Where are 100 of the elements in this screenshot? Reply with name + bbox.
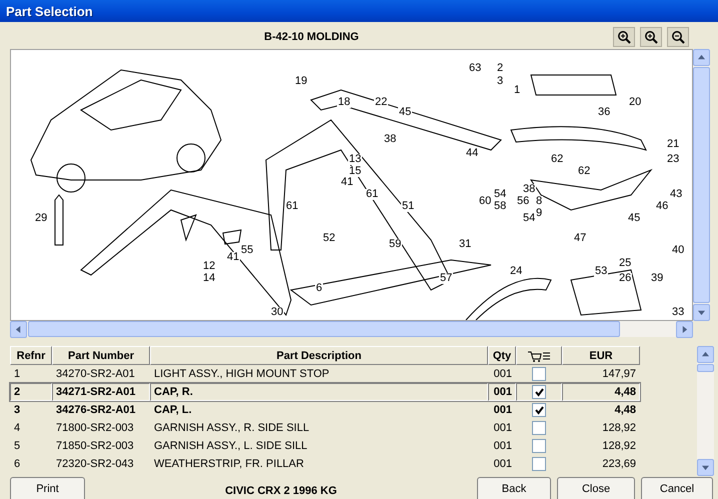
table-cell-text: 001 xyxy=(492,457,513,472)
callout-number: 58 xyxy=(493,201,508,212)
zoom-in-button[interactable] xyxy=(613,26,635,47)
checkbox[interactable] xyxy=(532,421,546,436)
zoom-in-icon xyxy=(617,30,631,44)
table-cell: 34271-SR2-A01 xyxy=(52,383,150,402)
table-scrollbar[interactable] xyxy=(697,346,714,476)
column-header[interactable]: Refnr xyxy=(10,346,52,366)
scroll-up-button[interactable] xyxy=(697,346,714,364)
close-button[interactable]: Close xyxy=(557,477,635,499)
zoom-in-icon xyxy=(644,30,658,44)
cancel-button[interactable]: Cancel xyxy=(641,477,713,499)
cart-list-icon xyxy=(527,350,551,362)
callout-number: 38 xyxy=(522,184,536,196)
scroll-down-button[interactable] xyxy=(697,459,714,476)
callout-number: 38 xyxy=(383,134,398,146)
table-row[interactable]: 3 34276-SR2-A01 CAP, L. 001 4,48 xyxy=(10,401,640,420)
column-header[interactable]: Qty xyxy=(488,346,516,366)
callout-number: 46 xyxy=(655,201,670,212)
right-arrow-icon xyxy=(681,326,688,334)
column-header[interactable]: Part Description xyxy=(150,346,488,366)
callout-number: 26 xyxy=(618,273,632,284)
table-cell-text: 34270-SR2-A01 xyxy=(55,367,136,382)
callout-number: 30 xyxy=(270,307,284,318)
column-header[interactable]: Part Number xyxy=(52,346,150,366)
callout-number: 9 xyxy=(535,208,544,220)
callout-number: 22 xyxy=(374,97,388,108)
column-header[interactable] xyxy=(516,346,562,366)
callout-number: 60 xyxy=(478,196,492,208)
callout-number: 57 xyxy=(439,273,454,284)
callout-number: 19 xyxy=(294,76,308,88)
callout-number: 25 xyxy=(618,258,632,270)
callout-number: 15 xyxy=(348,166,362,178)
table-row[interactable]: 4 71800-SR2-003 GARNISH ASSY., R. SIDE SILL 001 128,92 xyxy=(10,419,640,438)
column-header[interactable]: EUR xyxy=(562,346,640,366)
table-cell-text: 001 xyxy=(492,367,513,382)
table-cell-text: 223,69 xyxy=(601,457,637,472)
table-row[interactable]: 6 72320-SR2-043 WEATHERSTRIP, FR. PILLAR 001 223,69 xyxy=(10,455,640,474)
table-cell-text: 71850-SR2-003 xyxy=(55,439,135,454)
callout-number: 55 xyxy=(240,245,254,256)
table-cell-text: CAP, L. xyxy=(153,403,193,418)
down-arrow-icon xyxy=(702,464,709,472)
checkbox[interactable] xyxy=(532,385,546,400)
scroll-right-button[interactable] xyxy=(676,321,693,338)
callout-number: 41 xyxy=(226,252,240,264)
zoom-button[interactable] xyxy=(640,26,662,47)
zoom-out-button[interactable] xyxy=(667,26,689,47)
table-cell-text: 4 xyxy=(13,421,22,436)
checkbox[interactable] xyxy=(532,367,546,382)
callout-number: 56 xyxy=(516,196,530,208)
callout-number: 3 xyxy=(496,76,504,88)
table-cell-text: GARNISH ASSY., R. SIDE SILL xyxy=(153,421,310,436)
zoom-out-icon xyxy=(671,30,685,44)
table-cell-text: 1 xyxy=(13,367,22,382)
scroll-left-button[interactable] xyxy=(10,321,27,338)
callout-number: 51 xyxy=(401,201,416,212)
table-cell: 001 xyxy=(488,383,516,402)
callout-number: 43 xyxy=(669,189,684,200)
callout-number: 20 xyxy=(628,97,642,108)
table-cell: 4,48 xyxy=(562,383,640,402)
callout-number: 8 xyxy=(535,196,544,208)
checkbox[interactable] xyxy=(532,439,546,454)
table-row[interactable]: 5 71850-SR2-003 GARNISH ASSY., L. SIDE SILL 001 128,92 xyxy=(10,437,640,456)
table-cell-text: 128,92 xyxy=(601,439,637,454)
callout-number: 59 xyxy=(388,239,402,250)
callout-number: 62 xyxy=(577,166,592,178)
scroll-down-button[interactable] xyxy=(693,304,710,322)
callout-number: 39 xyxy=(650,273,664,284)
callout-number: 31 xyxy=(458,239,472,250)
callout-number: 13 xyxy=(348,154,362,166)
table-cell-text: 6 xyxy=(13,457,22,472)
table-cell-text: 3 xyxy=(13,403,22,418)
diagram-title: B-42-10 MOLDING xyxy=(263,30,360,43)
callout-number: 40 xyxy=(671,245,686,256)
table-row[interactable]: 2 34271-SR2-A01 CAP, R. 001 4,48 xyxy=(10,383,640,402)
scroll-up-button[interactable] xyxy=(693,49,710,66)
callout-number: 61 xyxy=(365,189,380,200)
table-cell-text: GARNISH ASSY., L. SIDE SILL xyxy=(153,439,308,454)
callout-number: 18 xyxy=(337,97,352,108)
table-cell-text: 34276-SR2-A01 xyxy=(55,403,136,418)
callout-number: 45 xyxy=(627,213,642,224)
callout-number: 29 xyxy=(34,213,48,224)
print-button[interactable]: Print xyxy=(10,477,85,499)
table-cell-text: 5 xyxy=(13,439,22,454)
callout-number: 54 xyxy=(522,213,536,224)
callout-number: 36 xyxy=(597,107,612,118)
callout-number: 33 xyxy=(671,307,686,318)
table-cell-text: 147,97 xyxy=(601,367,637,382)
callout-number: 63 xyxy=(468,63,482,74)
scrollbar-thumb[interactable] xyxy=(697,364,714,372)
callout-number: 45 xyxy=(398,107,412,118)
back-button[interactable]: Back xyxy=(477,477,551,499)
checkbox[interactable] xyxy=(532,457,546,472)
table-cell-text: 72320-SR2-043 xyxy=(55,457,135,472)
callout-number: 62 xyxy=(550,154,564,166)
table-cell: 2 xyxy=(10,383,52,402)
table-cell-text: 4,48 xyxy=(614,403,637,418)
table-row[interactable]: 1 34270-SR2-A01 LIGHT ASSY., HIGH MOUNT STOP 001 147,97 xyxy=(10,365,640,384)
callout-number: 54 xyxy=(493,189,508,200)
checkbox[interactable] xyxy=(532,403,546,418)
